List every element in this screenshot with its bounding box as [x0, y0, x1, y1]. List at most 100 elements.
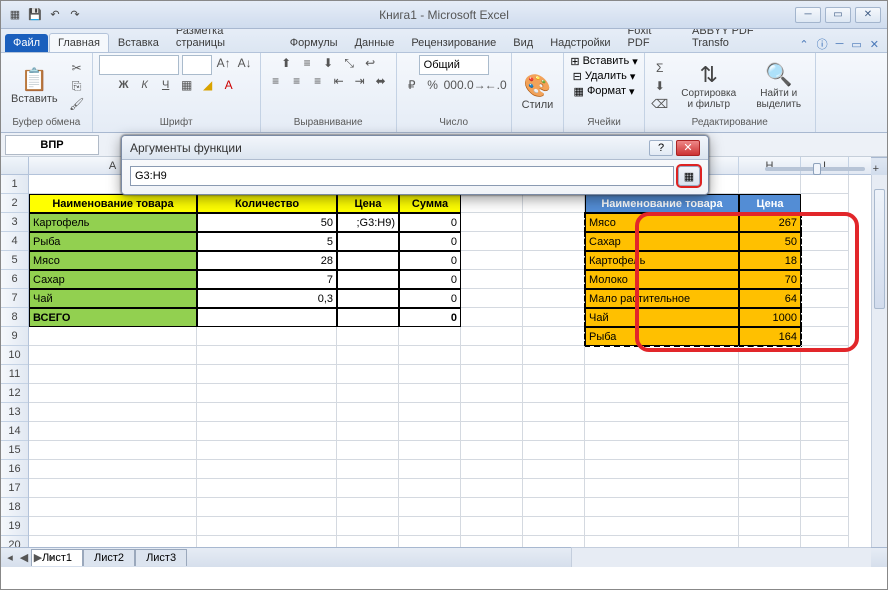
cell[interactable]	[337, 517, 399, 536]
sort-filter-button[interactable]: ⇅Сортировка и фильтр	[675, 60, 743, 112]
tab-view[interactable]: Вид	[505, 34, 541, 52]
cell[interactable]	[399, 327, 461, 346]
cell[interactable]	[399, 384, 461, 403]
row-header[interactable]: 9	[1, 327, 28, 346]
merge-icon[interactable]: ⬌	[372, 73, 390, 89]
zoom-slider-thumb[interactable]	[813, 163, 821, 175]
cell[interactable]	[523, 308, 585, 327]
cell[interactable]	[801, 498, 849, 517]
doc-minimize-icon[interactable]: ─	[836, 38, 844, 50]
cell[interactable]: Количество	[197, 194, 337, 213]
cell[interactable]	[197, 403, 337, 422]
cell[interactable]	[29, 365, 197, 384]
increase-decimal-icon[interactable]: .0→	[466, 77, 484, 93]
cell[interactable]: Мало растительное	[585, 289, 739, 308]
dialog-range-input[interactable]	[130, 166, 674, 186]
sheet-nav[interactable]: ◂◀▶▸	[3, 551, 59, 564]
cell[interactable]: 50	[197, 213, 337, 232]
cell[interactable]	[585, 498, 739, 517]
cell[interactable]: Сумма	[399, 194, 461, 213]
minimize-ribbon-icon[interactable]: ⌃	[799, 38, 808, 51]
cell[interactable]	[739, 403, 801, 422]
row-header[interactable]: 11	[1, 365, 28, 384]
tab-data[interactable]: Данные	[347, 34, 403, 52]
cut-icon[interactable]: ✂	[68, 60, 86, 76]
fill-color-icon[interactable]: ◢	[199, 77, 217, 93]
cell[interactable]	[801, 194, 849, 213]
border-icon[interactable]: ▦	[178, 77, 196, 93]
bold-icon[interactable]: Ж	[115, 77, 133, 93]
cell[interactable]	[197, 422, 337, 441]
row-header[interactable]: 18	[1, 498, 28, 517]
cell[interactable]: 0,3	[197, 289, 337, 308]
cell[interactable]	[523, 232, 585, 251]
cell[interactable]: Сахар	[29, 270, 197, 289]
cell[interactable]	[585, 460, 739, 479]
clear-icon[interactable]: ⌫	[651, 96, 669, 112]
cell[interactable]	[739, 479, 801, 498]
dialog-close-button[interactable]: ✕	[676, 140, 700, 156]
horizontal-scrollbar[interactable]	[571, 547, 871, 567]
cell[interactable]	[801, 251, 849, 270]
row-headers[interactable]: 1234567891011121314151617181920	[1, 175, 29, 547]
autosum-icon[interactable]: Σ	[651, 60, 669, 76]
cell[interactable]	[29, 517, 197, 536]
cell[interactable]	[399, 460, 461, 479]
row-header[interactable]: 13	[1, 403, 28, 422]
cell[interactable]: Сахар	[585, 232, 739, 251]
cell[interactable]	[801, 365, 849, 384]
cell[interactable]: Картофель	[29, 213, 197, 232]
col-header[interactable]: H	[739, 157, 801, 174]
cell[interactable]: 0	[399, 213, 461, 232]
cell[interactable]	[461, 289, 523, 308]
cell[interactable]	[461, 194, 523, 213]
cell[interactable]	[523, 498, 585, 517]
cell[interactable]	[29, 346, 197, 365]
decrease-indent-icon[interactable]: ⇤	[330, 73, 348, 89]
row-header[interactable]: 12	[1, 384, 28, 403]
cell[interactable]: Мясо	[585, 213, 739, 232]
cell[interactable]	[29, 403, 197, 422]
cell[interactable]	[801, 270, 849, 289]
cell[interactable]	[739, 422, 801, 441]
cell[interactable]: Цена	[739, 194, 801, 213]
row-header[interactable]: 6	[1, 270, 28, 289]
tab-file[interactable]: Файл	[5, 34, 48, 52]
find-select-button[interactable]: 🔍Найти и выделить	[749, 60, 809, 112]
cell[interactable]	[461, 270, 523, 289]
cell[interactable]	[399, 517, 461, 536]
cell[interactable]	[523, 460, 585, 479]
redo-icon[interactable]: ↷	[67, 7, 83, 23]
cell[interactable]	[337, 403, 399, 422]
cell[interactable]: Наименование товара	[585, 194, 739, 213]
cell[interactable]: ВСЕГО	[29, 308, 197, 327]
fill-icon[interactable]: ⬇	[651, 78, 669, 94]
row-header[interactable]: 14	[1, 422, 28, 441]
number-format-select[interactable]	[419, 55, 489, 75]
styles-button[interactable]: 🎨Стили	[518, 71, 558, 113]
cell[interactable]: 0	[399, 270, 461, 289]
cell[interactable]	[739, 441, 801, 460]
doc-restore-icon[interactable]: ▭	[851, 38, 861, 51]
cell[interactable]: Цена	[337, 194, 399, 213]
cell[interactable]	[523, 403, 585, 422]
format-painter-icon[interactable]: 🖌	[68, 96, 86, 112]
zoom-slider[interactable]	[765, 167, 865, 171]
align-center-icon[interactable]: ≡	[288, 73, 306, 89]
cell[interactable]	[461, 498, 523, 517]
cell[interactable]	[399, 479, 461, 498]
cell[interactable]	[801, 441, 849, 460]
font-size-select[interactable]	[182, 55, 212, 75]
cell[interactable]	[801, 460, 849, 479]
cell[interactable]	[523, 422, 585, 441]
decrease-decimal-icon[interactable]: ←.0	[487, 77, 505, 93]
cell[interactable]	[585, 422, 739, 441]
cell[interactable]	[523, 289, 585, 308]
cell[interactable]	[29, 460, 197, 479]
cell[interactable]	[801, 403, 849, 422]
align-left-icon[interactable]: ≡	[267, 73, 285, 89]
cell[interactable]	[801, 517, 849, 536]
help-icon[interactable]: ⓘ	[817, 36, 828, 52]
row-header[interactable]: 3	[1, 213, 28, 232]
cell[interactable]	[337, 460, 399, 479]
